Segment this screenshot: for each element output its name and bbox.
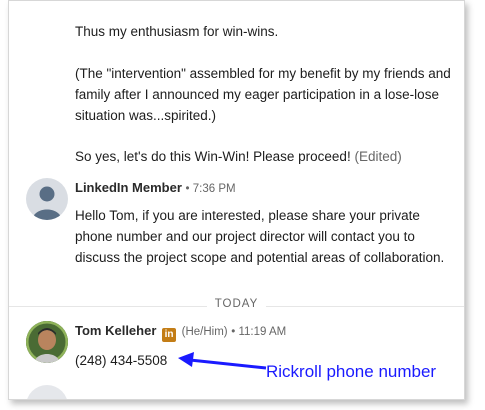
- pronouns: (He/Him): [181, 326, 228, 338]
- message-text: (The "intervention" assembled for my ben…: [75, 66, 451, 123]
- sender-line: Tom Kelleher in (He/Him) • 11:19 AM: [75, 322, 286, 342]
- sender-line: LinkedIn Member • 7:36 PM: [75, 179, 236, 198]
- timestamp: • 7:36 PM: [185, 183, 236, 195]
- profile-photo-icon: [26, 321, 68, 363]
- date-divider: TODAY: [9, 298, 464, 310]
- sender-name[interactable]: Tom Kelleher: [75, 323, 156, 338]
- avatar[interactable]: [26, 178, 68, 220]
- linkedin-icon: in: [162, 328, 177, 342]
- person-silhouette-icon: [32, 186, 62, 220]
- annotation-label: Rickroll phone number: [266, 362, 437, 381]
- date-divider-label: TODAY: [206, 298, 267, 310]
- message-line: So yes, let's do this Win-Win! Please pr…: [75, 149, 351, 164]
- message-text: Hello Tom, if you are interested, please…: [75, 208, 445, 265]
- arrow-left-icon: [178, 352, 267, 370]
- message-thread: Thus my enthusiasm for win-wins. (The "i…: [8, 0, 465, 400]
- timestamp: • 11:19 AM: [231, 326, 287, 338]
- avatar[interactable]: [26, 321, 68, 363]
- sender-name[interactable]: LinkedIn Member: [75, 180, 182, 195]
- edited-label: (Edited): [354, 149, 402, 164]
- message-text: So yes, let's do this Win-Win! Please pr…: [75, 146, 455, 167]
- avatar[interactable]: [26, 385, 68, 399]
- message-text: Thus my enthusiasm for win-wins.: [75, 24, 279, 39]
